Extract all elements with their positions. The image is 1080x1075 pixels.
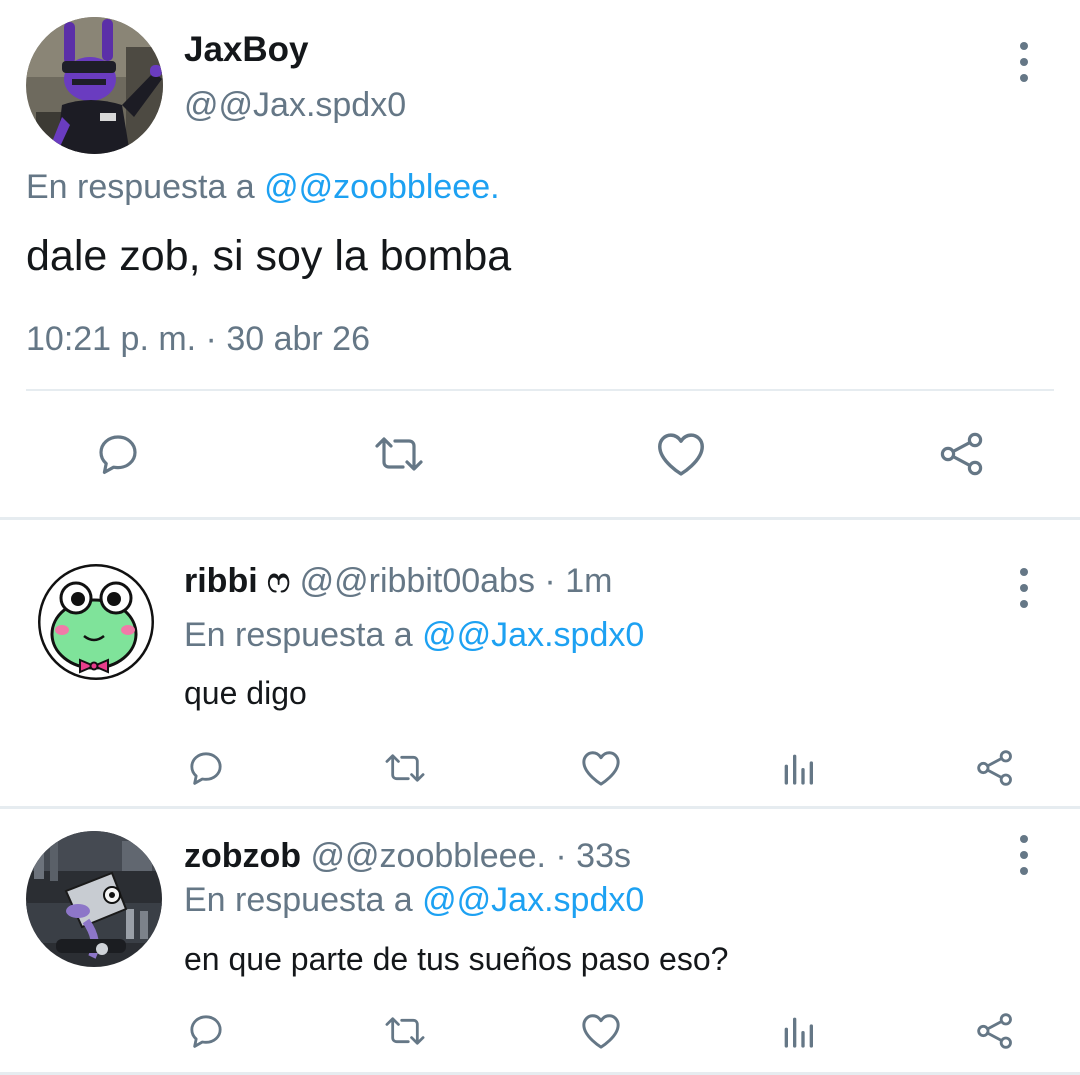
tweet-text: en que parte de tus sueños paso eso? <box>184 941 729 977</box>
reply-tweet[interactable]: ribbi ෆ @@ribbit00abs · 1m En respuesta … <box>0 520 1080 808</box>
reply-context: En respuesta a @@Jax.spdx0 <box>184 881 644 920</box>
like-icon[interactable] <box>580 748 622 788</box>
tweet-timestamp[interactable]: 10:21 p. m. · 30 abr 26 <box>26 320 370 359</box>
reply-context: En respuesta a @@Jax.spdx0 <box>184 616 644 655</box>
reply-icon[interactable] <box>186 1011 226 1051</box>
tweet-age: · 1m <box>544 562 613 600</box>
author-handle[interactable]: @@zoobbleee. <box>311 837 546 875</box>
retweet-icon[interactable] <box>370 430 428 478</box>
tweet-text: que digo <box>184 675 307 711</box>
reply-prefix: En respuesta a <box>26 168 255 206</box>
author-handle[interactable]: @@Jax.spdx0 <box>184 86 406 125</box>
tweet-age: · 33s <box>555 837 631 875</box>
reply-header: ribbi ෆ @@ribbit00abs · 1m <box>184 562 612 601</box>
reply-mention-link[interactable]: @@Jax.spdx0 <box>422 616 644 654</box>
reply-mention-link[interactable]: @@Jax.spdx0 <box>422 881 644 919</box>
author-name[interactable]: ribbi ෆ <box>184 562 290 600</box>
reply-tweet[interactable]: zobzob @@zoobbleee. · 33s En respuesta a… <box>0 809 1080 1075</box>
reply-icon[interactable] <box>94 430 142 478</box>
retweet-icon[interactable] <box>382 1011 428 1051</box>
tweet-text: dale zob, si soy la bomba <box>26 232 512 280</box>
more-options-icon[interactable] <box>1017 835 1031 875</box>
more-options-icon[interactable] <box>1017 568 1031 608</box>
author-name[interactable]: zobzob <box>184 837 301 875</box>
reply-header: zobzob @@zoobbleee. · 33s <box>184 837 631 876</box>
analytics-icon[interactable] <box>778 748 818 788</box>
divider <box>26 389 1054 391</box>
reply-prefix: En respuesta a <box>184 881 413 919</box>
avatar[interactable] <box>26 17 163 154</box>
analytics-icon[interactable] <box>778 1011 818 1051</box>
like-icon[interactable] <box>655 430 707 478</box>
author-name[interactable]: JaxBoy <box>184 30 309 70</box>
reply-context: En respuesta a @@zoobbleee. <box>26 168 500 207</box>
main-tweet: JaxBoy @@Jax.spdx0 En respuesta a @@zoob… <box>0 0 1080 520</box>
reply-icon[interactable] <box>186 748 226 788</box>
reply-prefix: En respuesta a <box>184 616 413 654</box>
share-icon[interactable] <box>974 748 1016 788</box>
author-handle[interactable]: @@ribbit00abs <box>300 562 535 600</box>
avatar[interactable] <box>38 564 154 680</box>
share-icon[interactable] <box>936 430 988 478</box>
reply-mention-link[interactable]: @@zoobbleee. <box>264 168 499 206</box>
share-icon[interactable] <box>974 1011 1016 1051</box>
retweet-icon[interactable] <box>382 748 428 788</box>
avatar[interactable] <box>26 831 162 967</box>
more-options-icon[interactable] <box>1017 42 1031 82</box>
like-icon[interactable] <box>580 1011 622 1051</box>
